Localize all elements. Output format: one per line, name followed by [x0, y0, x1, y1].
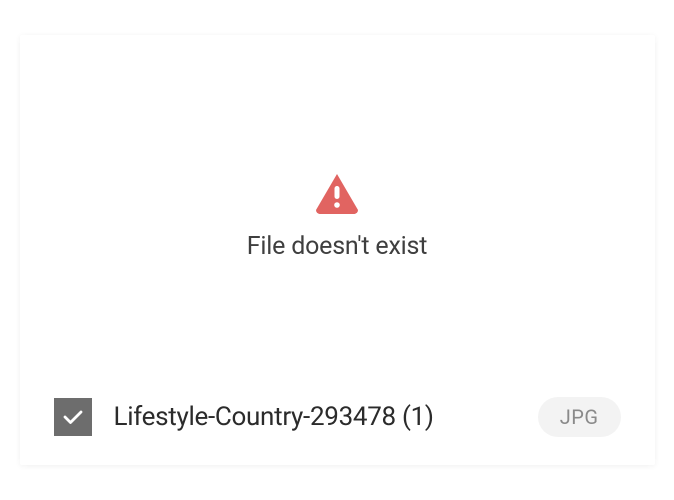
- file-card: File doesn't exist Lifestyle-Country-293…: [20, 35, 655, 465]
- warning-triangle-icon: [314, 172, 360, 214]
- file-name: Lifestyle-Country-293478 (1): [114, 402, 516, 432]
- file-type-badge: JPG: [538, 397, 621, 437]
- file-select-checkbox[interactable]: [54, 398, 92, 436]
- checkmark-icon: [61, 405, 85, 429]
- file-footer: Lifestyle-Country-293478 (1) JPG: [20, 397, 655, 465]
- file-preview-area: File doesn't exist: [20, 35, 655, 397]
- error-message: File doesn't exist: [247, 232, 427, 261]
